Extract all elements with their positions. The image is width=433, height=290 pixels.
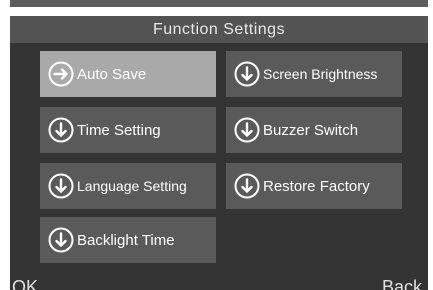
device-screen: Function Settings Auto Save Time Setting… xyxy=(10,16,428,290)
menu-item-backlight-time[interactable]: Backlight Time xyxy=(40,217,216,263)
menu-item-buzzer-switch[interactable]: Buzzer Switch xyxy=(226,107,402,153)
back-softkey[interactable]: Back xyxy=(382,277,422,290)
menu-item-auto-save[interactable]: Auto Save xyxy=(40,51,216,97)
arrow-down-circle-icon xyxy=(48,227,74,253)
ok-softkey[interactable]: OK xyxy=(12,277,38,290)
menu-item-language-setting[interactable]: Language Setting xyxy=(40,163,216,209)
arrow-right-circle-icon xyxy=(48,61,74,87)
menu-item-label: Buzzer Switch xyxy=(263,121,359,139)
arrow-down-circle-icon xyxy=(234,117,260,143)
arrow-down-circle-icon xyxy=(48,117,74,143)
arrow-down-circle-icon xyxy=(234,61,260,87)
menu-item-time-setting[interactable]: Time Setting xyxy=(40,107,216,153)
title-bar: Function Settings xyxy=(10,16,428,43)
page-title: Function Settings xyxy=(152,20,286,38)
menu-item-label: Language Setting xyxy=(77,178,187,194)
menu-item-label: Time Setting xyxy=(77,121,161,139)
menu-item-restore-factory[interactable]: Restore Factory xyxy=(226,163,402,209)
menu-item-label: Backlight Time xyxy=(77,231,175,249)
menu-item-label: Auto Save xyxy=(77,65,147,83)
menu-item-screen-brightness[interactable]: Screen Brightness xyxy=(226,51,402,97)
arrow-down-circle-icon xyxy=(48,173,74,199)
top-bezel-strip xyxy=(10,0,428,7)
arrow-down-circle-icon xyxy=(234,173,260,199)
menu-item-label: Restore Factory xyxy=(263,177,370,195)
menu-item-label: Screen Brightness xyxy=(263,66,378,82)
